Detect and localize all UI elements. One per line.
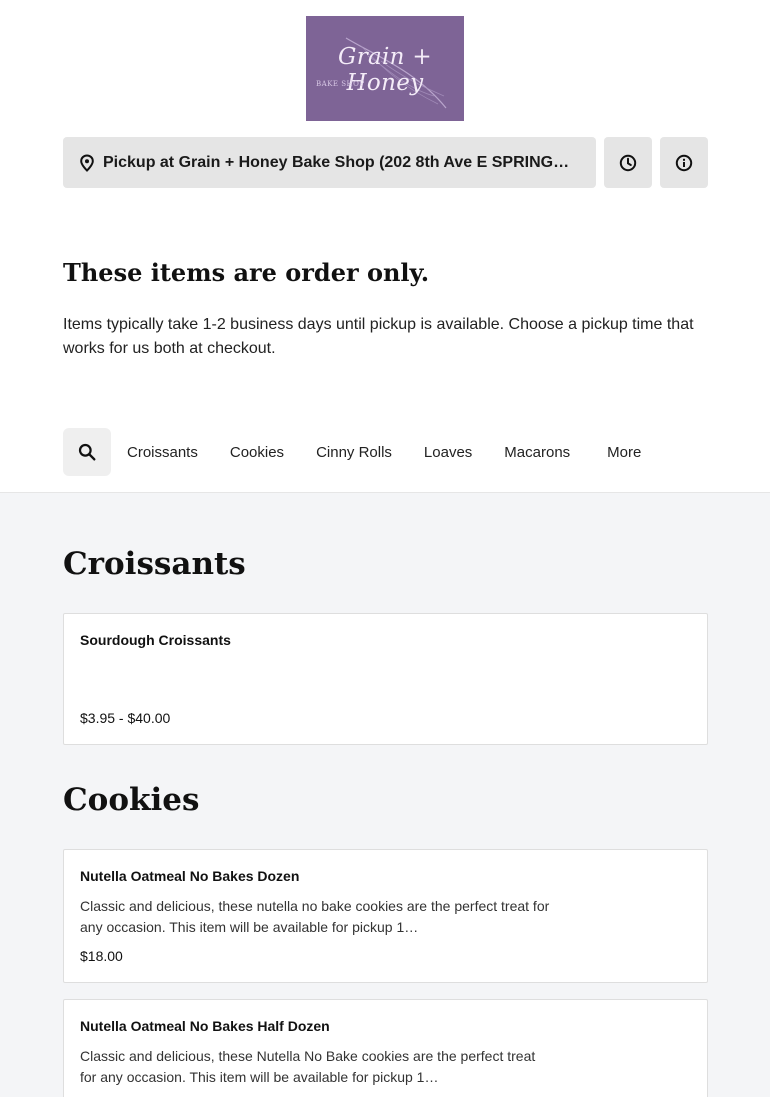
menu-item-card[interactable]: Sourdough Croissants $3.95 - $40.00: [63, 613, 708, 745]
search-button[interactable]: [63, 428, 111, 476]
section-title-cookies: Cookies: [63, 782, 200, 818]
logo-text: Grain + Honey: [338, 44, 432, 96]
shop-logo[interactable]: Grain + Honey BAKE SHOP: [306, 16, 464, 121]
menu-content: Croissants Sourdough Croissants $3.95 - …: [0, 493, 770, 1097]
menu-item-description: Classic and delicious, these nutella no …: [80, 898, 550, 935]
pickup-location-button[interactable]: Pickup at Grain + Honey Bake Shop (202 8…: [63, 137, 596, 188]
tab-cinny-rolls[interactable]: Cinny Rolls: [316, 444, 392, 461]
section-title-croissants: Croissants: [63, 546, 246, 582]
clock-icon: [619, 154, 637, 171]
tab-more[interactable]: More: [607, 444, 641, 461]
tab-croissants[interactable]: Croissants: [127, 444, 198, 461]
menu-item-description: Classic and delicious, these Nutella No …: [80, 1048, 536, 1085]
info-icon: [675, 154, 693, 171]
map-pin-icon: [80, 153, 94, 172]
order-notice-title: These items are order only.: [63, 258, 430, 287]
pickup-location-label: Pickup at Grain + Honey Bake Shop (202 8…: [103, 153, 578, 171]
category-nav: Croissants Cookies Cinny Rolls Loaves Ma…: [63, 428, 641, 476]
tab-cookies[interactable]: Cookies: [230, 444, 284, 461]
header: Grain + Honey BAKE SHOP Pickup at Grain …: [0, 0, 770, 493]
menu-item-name: Nutella Oatmeal No Bakes Half Dozen: [80, 1018, 330, 1034]
menu-item-card[interactable]: Nutella Oatmeal No Bakes Half Dozen Clas…: [63, 999, 708, 1097]
order-notice-body: Items typically take 1-2 business days u…: [63, 316, 694, 357]
menu-item-name: Nutella Oatmeal No Bakes Dozen: [80, 868, 300, 884]
menu-item-price: $18.00: [80, 948, 123, 964]
logo-subtext: BAKE SHOP: [316, 80, 365, 88]
menu-item-card[interactable]: Nutella Oatmeal No Bakes Dozen Classic a…: [63, 849, 708, 983]
hours-button[interactable]: [604, 137, 652, 188]
menu-item-price: $3.95 - $40.00: [80, 710, 171, 726]
menu-item-name: Sourdough Croissants: [80, 632, 231, 648]
tab-macarons[interactable]: Macarons: [504, 444, 570, 461]
tab-loaves[interactable]: Loaves: [424, 444, 472, 461]
info-button[interactable]: [660, 137, 708, 188]
search-icon: [78, 443, 96, 461]
